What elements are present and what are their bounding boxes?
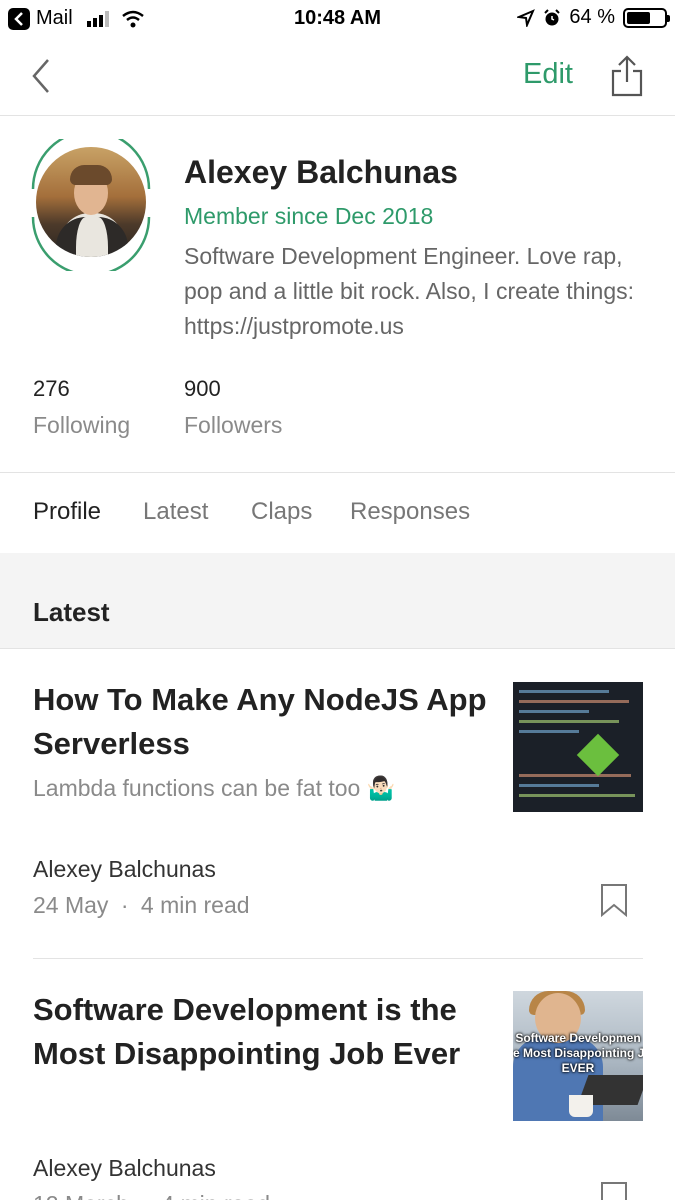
location-arrow-icon: [517, 8, 536, 27]
article-meta: 12 March · 4 min read: [33, 1191, 270, 1200]
share-icon[interactable]: [609, 54, 645, 98]
back-arrow-icon[interactable]: [28, 56, 58, 96]
alarm-icon: [544, 8, 561, 25]
thumb-caption-line-3: EVER: [561, 1061, 595, 1075]
meta-dot: ·: [120, 892, 129, 918]
followers-label: Followers: [184, 412, 283, 438]
edit-button[interactable]: Edit: [523, 58, 573, 91]
article-author[interactable]: Alexey Balchunas: [33, 1155, 216, 1182]
battery-fill: [627, 11, 651, 24]
article-read-time: 4 min read: [161, 1191, 270, 1200]
battery-percent: 64 %: [569, 6, 615, 28]
status-right: 64 %: [517, 6, 670, 29]
avatar-photo: [36, 147, 146, 257]
article-card[interactable]: How To Make Any NodeJS App Serverless La…: [0, 649, 675, 959]
followers-count: 900: [184, 376, 221, 401]
tab-latest[interactable]: Latest: [143, 498, 208, 526]
followers-stat[interactable]: 900 Followers: [184, 376, 282, 439]
battery-icon: [623, 7, 670, 28]
following-count: 276: [33, 376, 70, 401]
tab-responses[interactable]: Responses: [350, 498, 470, 526]
member-since: Member since Dec 2018: [184, 203, 434, 229]
avatar[interactable]: [30, 139, 152, 271]
thumb-caption-line-1: Software Developmen: [515, 1031, 641, 1045]
profile-tabs: Profile Latest Claps Responses: [0, 473, 675, 553]
article-meta: 24 May · 4 min read: [33, 892, 250, 919]
status-bar: Mail 10:48 AM 64 %: [0, 0, 675, 38]
section-header: Latest: [0, 553, 675, 649]
article-read-time: 4 min read: [140, 892, 250, 918]
article-title[interactable]: How To Make Any NodeJS App Serverless: [33, 678, 488, 766]
following-label: Following: [33, 412, 131, 438]
frustrated-developer-thumbnail[interactable]: Software Developmen e Most Disappointing…: [513, 991, 643, 1121]
bookmark-icon[interactable]: [600, 1181, 628, 1200]
article-date: 24 May: [33, 892, 109, 918]
profile-bio: Software Development Engineer. Love rap,…: [184, 243, 635, 339]
tab-profile[interactable]: Profile: [33, 498, 101, 526]
article-author[interactable]: Alexey Balchunas: [33, 856, 216, 883]
following-stat[interactable]: 276 Following: [33, 376, 130, 439]
article-date: 12 March: [33, 1191, 129, 1200]
bookmark-icon[interactable]: [600, 883, 628, 917]
thumb-caption-line-2: e Most Disappointing J: [513, 1046, 643, 1060]
meta-dot: ·: [141, 1191, 149, 1200]
article-subtitle: Lambda functions can be fat too 🤷🏻‍♂️: [33, 775, 396, 801]
article-title[interactable]: Software Development is the Most Disappo…: [33, 988, 488, 1076]
nodejs-code-thumbnail[interactable]: [513, 682, 643, 812]
tab-claps[interactable]: Claps: [251, 498, 312, 526]
profile-name: Alexey Balchunas: [184, 154, 458, 190]
article-card[interactable]: Software Development is the Most Disappo…: [0, 959, 675, 1200]
section-title: Latest: [33, 597, 110, 627]
nav-bar: Edit: [0, 38, 675, 116]
